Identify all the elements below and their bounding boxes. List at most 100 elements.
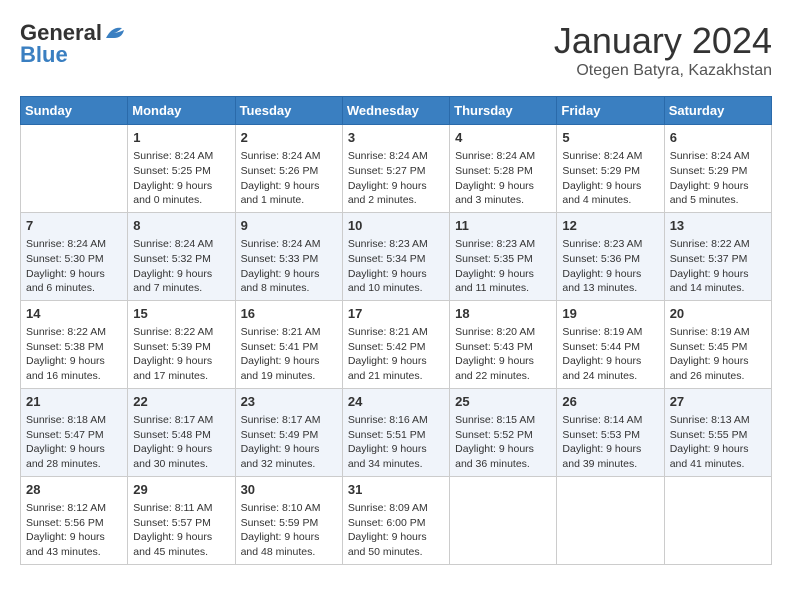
calendar-cell: 19 Sunrise: 8:19 AM Sunset: 5:44 PM Dayli…: [557, 300, 664, 388]
day-number: 21: [26, 393, 122, 411]
week-row-1: 1 Sunrise: 8:24 AM Sunset: 5:25 PM Daylig…: [21, 125, 772, 213]
day-number: 15: [133, 305, 229, 323]
day-number: 8: [133, 217, 229, 235]
day-info: Sunrise: 8:23 AM Sunset: 5:36 PM Dayligh…: [562, 237, 658, 296]
day-number: 4: [455, 129, 551, 147]
logo-blue: Blue: [20, 42, 68, 68]
day-number: 12: [562, 217, 658, 235]
day-number: 20: [670, 305, 766, 323]
day-info: Sunrise: 8:24 AM Sunset: 5:27 PM Dayligh…: [348, 149, 444, 208]
calendar-cell: [557, 476, 664, 564]
day-info: Sunrise: 8:13 AM Sunset: 5:55 PM Dayligh…: [670, 413, 766, 472]
day-info: Sunrise: 8:24 AM Sunset: 5:28 PM Dayligh…: [455, 149, 551, 208]
day-info: Sunrise: 8:24 AM Sunset: 5:25 PM Dayligh…: [133, 149, 229, 208]
day-number: 17: [348, 305, 444, 323]
calendar-cell: 6 Sunrise: 8:24 AM Sunset: 5:29 PM Daylig…: [664, 125, 771, 213]
day-number: 10: [348, 217, 444, 235]
day-number: 29: [133, 481, 229, 499]
day-number: 14: [26, 305, 122, 323]
day-info: Sunrise: 8:21 AM Sunset: 5:42 PM Dayligh…: [348, 325, 444, 384]
day-info: Sunrise: 8:12 AM Sunset: 5:56 PM Dayligh…: [26, 501, 122, 560]
calendar-cell: 13Sunrise: 8:22 AM Sunset: 5:37 PM Dayli…: [664, 212, 771, 300]
day-info: Sunrise: 8:24 AM Sunset: 5:33 PM Dayligh…: [241, 237, 337, 296]
day-info: Sunrise: 8:09 AM Sunset: 6:00 PM Dayligh…: [348, 501, 444, 560]
day-number: 3: [348, 129, 444, 147]
day-number: 26: [562, 393, 658, 411]
day-info: Sunrise: 8:19 AM Sunset: 5:44 PM Dayligh…: [562, 325, 658, 384]
calendar-cell: 4 Sunrise: 8:24 AM Sunset: 5:28 PM Daylig…: [450, 125, 557, 213]
day-header-sunday: Sunday: [21, 97, 128, 125]
day-info: Sunrise: 8:11 AM Sunset: 5:57 PM Dayligh…: [133, 501, 229, 560]
location-subtitle: Otegen Batyra, Kazakhstan: [554, 62, 772, 80]
day-number: 27: [670, 393, 766, 411]
day-header-wednesday: Wednesday: [342, 97, 449, 125]
calendar-cell: 24Sunrise: 8:16 AM Sunset: 5:51 PM Dayli…: [342, 388, 449, 476]
calendar-cell: 1 Sunrise: 8:24 AM Sunset: 5:25 PM Daylig…: [128, 125, 235, 213]
day-number: 9: [241, 217, 337, 235]
month-title: January 2024: [554, 20, 772, 62]
day-number: 31: [348, 481, 444, 499]
logo: General Blue: [20, 20, 126, 68]
day-number: 5: [562, 129, 658, 147]
day-header-saturday: Saturday: [664, 97, 771, 125]
title-block: January 2024 Otegen Batyra, Kazakhstan: [554, 20, 772, 80]
day-info: Sunrise: 8:23 AM Sunset: 5:34 PM Dayligh…: [348, 237, 444, 296]
days-header-row: SundayMondayTuesdayWednesdayThursdayFrid…: [21, 97, 772, 125]
calendar-cell: 5 Sunrise: 8:24 AM Sunset: 5:29 PM Daylig…: [557, 125, 664, 213]
calendar-cell: [664, 476, 771, 564]
calendar-cell: 29 Sunrise: 8:11 AM Sunset: 5:57 PM Dayli…: [128, 476, 235, 564]
calendar-cell: 27 Sunrise: 8:13 AM Sunset: 5:55 PM Dayli…: [664, 388, 771, 476]
day-header-thursday: Thursday: [450, 97, 557, 125]
day-info: Sunrise: 8:24 AM Sunset: 5:26 PM Dayligh…: [241, 149, 337, 208]
day-info: Sunrise: 8:17 AM Sunset: 5:48 PM Dayligh…: [133, 413, 229, 472]
calendar-cell: 3 Sunrise: 8:24 AM Sunset: 5:27 PM Daylig…: [342, 125, 449, 213]
day-info: Sunrise: 8:24 AM Sunset: 5:29 PM Dayligh…: [562, 149, 658, 208]
day-number: 22: [133, 393, 229, 411]
calendar-cell: 25 Sunrise: 8:15 AM Sunset: 5:52 PM Dayli…: [450, 388, 557, 476]
day-number: 13: [670, 217, 766, 235]
calendar-cell: 10 Sunrise: 8:23 AM Sunset: 5:34 PM Dayli…: [342, 212, 449, 300]
day-info: Sunrise: 8:15 AM Sunset: 5:52 PM Dayligh…: [455, 413, 551, 472]
calendar-cell: 18Sunrise: 8:20 AM Sunset: 5:43 PM Dayli…: [450, 300, 557, 388]
calendar-cell: 21Sunrise: 8:18 AM Sunset: 5:47 PM Dayli…: [21, 388, 128, 476]
calendar-cell: 16Sunrise: 8:21 AM Sunset: 5:41 PM Dayli…: [235, 300, 342, 388]
day-number: 6: [670, 129, 766, 147]
day-number: 23: [241, 393, 337, 411]
day-info: Sunrise: 8:20 AM Sunset: 5:43 PM Dayligh…: [455, 325, 551, 384]
logo-bird-icon: [104, 24, 126, 42]
calendar-cell: 12 Sunrise: 8:23 AM Sunset: 5:36 PM Dayli…: [557, 212, 664, 300]
calendar-cell: 11Sunrise: 8:23 AM Sunset: 5:35 PM Dayli…: [450, 212, 557, 300]
calendar-cell: 30 Sunrise: 8:10 AM Sunset: 5:59 PM Dayli…: [235, 476, 342, 564]
day-number: 25: [455, 393, 551, 411]
day-info: Sunrise: 8:24 AM Sunset: 5:32 PM Dayligh…: [133, 237, 229, 296]
day-number: 16: [241, 305, 337, 323]
day-info: Sunrise: 8:24 AM Sunset: 5:29 PM Dayligh…: [670, 149, 766, 208]
day-info: Sunrise: 8:23 AM Sunset: 5:35 PM Dayligh…: [455, 237, 551, 296]
day-info: Sunrise: 8:10 AM Sunset: 5:59 PM Dayligh…: [241, 501, 337, 560]
day-number: 24: [348, 393, 444, 411]
calendar-cell: 15Sunrise: 8:22 AM Sunset: 5:39 PM Dayli…: [128, 300, 235, 388]
week-row-5: 28 Sunrise: 8:12 AM Sunset: 5:56 PM Dayli…: [21, 476, 772, 564]
week-row-4: 21Sunrise: 8:18 AM Sunset: 5:47 PM Dayli…: [21, 388, 772, 476]
day-number: 1: [133, 129, 229, 147]
week-row-2: 7 Sunrise: 8:24 AM Sunset: 5:30 PM Daylig…: [21, 212, 772, 300]
day-number: 2: [241, 129, 337, 147]
day-number: 30: [241, 481, 337, 499]
day-info: Sunrise: 8:14 AM Sunset: 5:53 PM Dayligh…: [562, 413, 658, 472]
calendar-cell: 28 Sunrise: 8:12 AM Sunset: 5:56 PM Dayli…: [21, 476, 128, 564]
day-number: 19: [562, 305, 658, 323]
day-number: 7: [26, 217, 122, 235]
calendar-cell: 14Sunrise: 8:22 AM Sunset: 5:38 PM Dayli…: [21, 300, 128, 388]
calendar-cell: 8 Sunrise: 8:24 AM Sunset: 5:32 PM Daylig…: [128, 212, 235, 300]
calendar-cell: [21, 125, 128, 213]
day-header-friday: Friday: [557, 97, 664, 125]
calendar-cell: 31 Sunrise: 8:09 AM Sunset: 6:00 PM Dayli…: [342, 476, 449, 564]
day-header-monday: Monday: [128, 97, 235, 125]
week-row-3: 14Sunrise: 8:22 AM Sunset: 5:38 PM Dayli…: [21, 300, 772, 388]
calendar-cell: 9 Sunrise: 8:24 AM Sunset: 5:33 PM Daylig…: [235, 212, 342, 300]
day-info: Sunrise: 8:24 AM Sunset: 5:30 PM Dayligh…: [26, 237, 122, 296]
calendar-cell: 26 Sunrise: 8:14 AM Sunset: 5:53 PM Dayli…: [557, 388, 664, 476]
calendar-table: SundayMondayTuesdayWednesdayThursdayFrid…: [20, 96, 772, 565]
day-number: 28: [26, 481, 122, 499]
calendar-cell: 17 Sunrise: 8:21 AM Sunset: 5:42 PM Dayli…: [342, 300, 449, 388]
